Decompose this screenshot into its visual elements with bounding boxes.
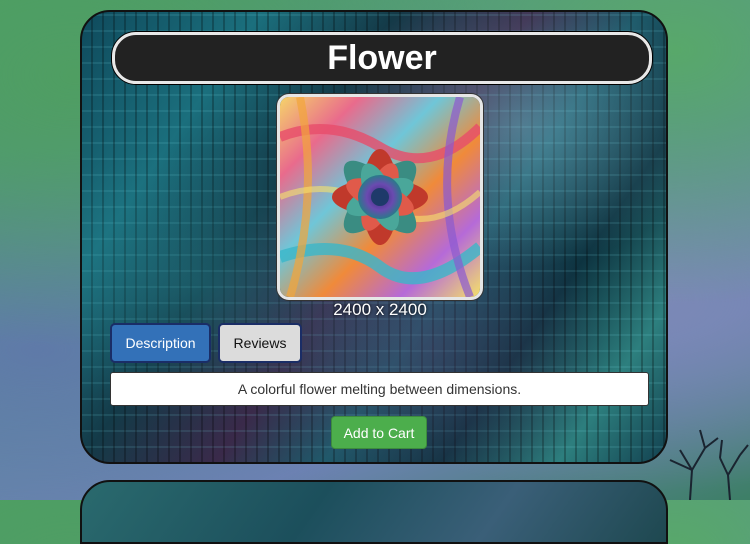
tab-reviews[interactable]: Reviews [218, 323, 302, 363]
tab-description[interactable]: Description [110, 323, 211, 363]
description-text: A colorful flower melting between dimens… [110, 372, 649, 406]
product-title: Flower [327, 38, 437, 77]
image-dimensions: 2400 x 2400 [333, 300, 427, 319]
next-product-card [80, 480, 668, 544]
product-image[interactable] [277, 94, 483, 300]
tree-silhouette-icon [669, 429, 749, 500]
add-to-cart-button[interactable]: Add to Cart [331, 416, 427, 449]
product-card: Flower 2400 x 2400 Description Reviews A… [80, 10, 668, 464]
flower-artwork-icon [280, 97, 480, 297]
title-bar: Flower [112, 32, 652, 84]
